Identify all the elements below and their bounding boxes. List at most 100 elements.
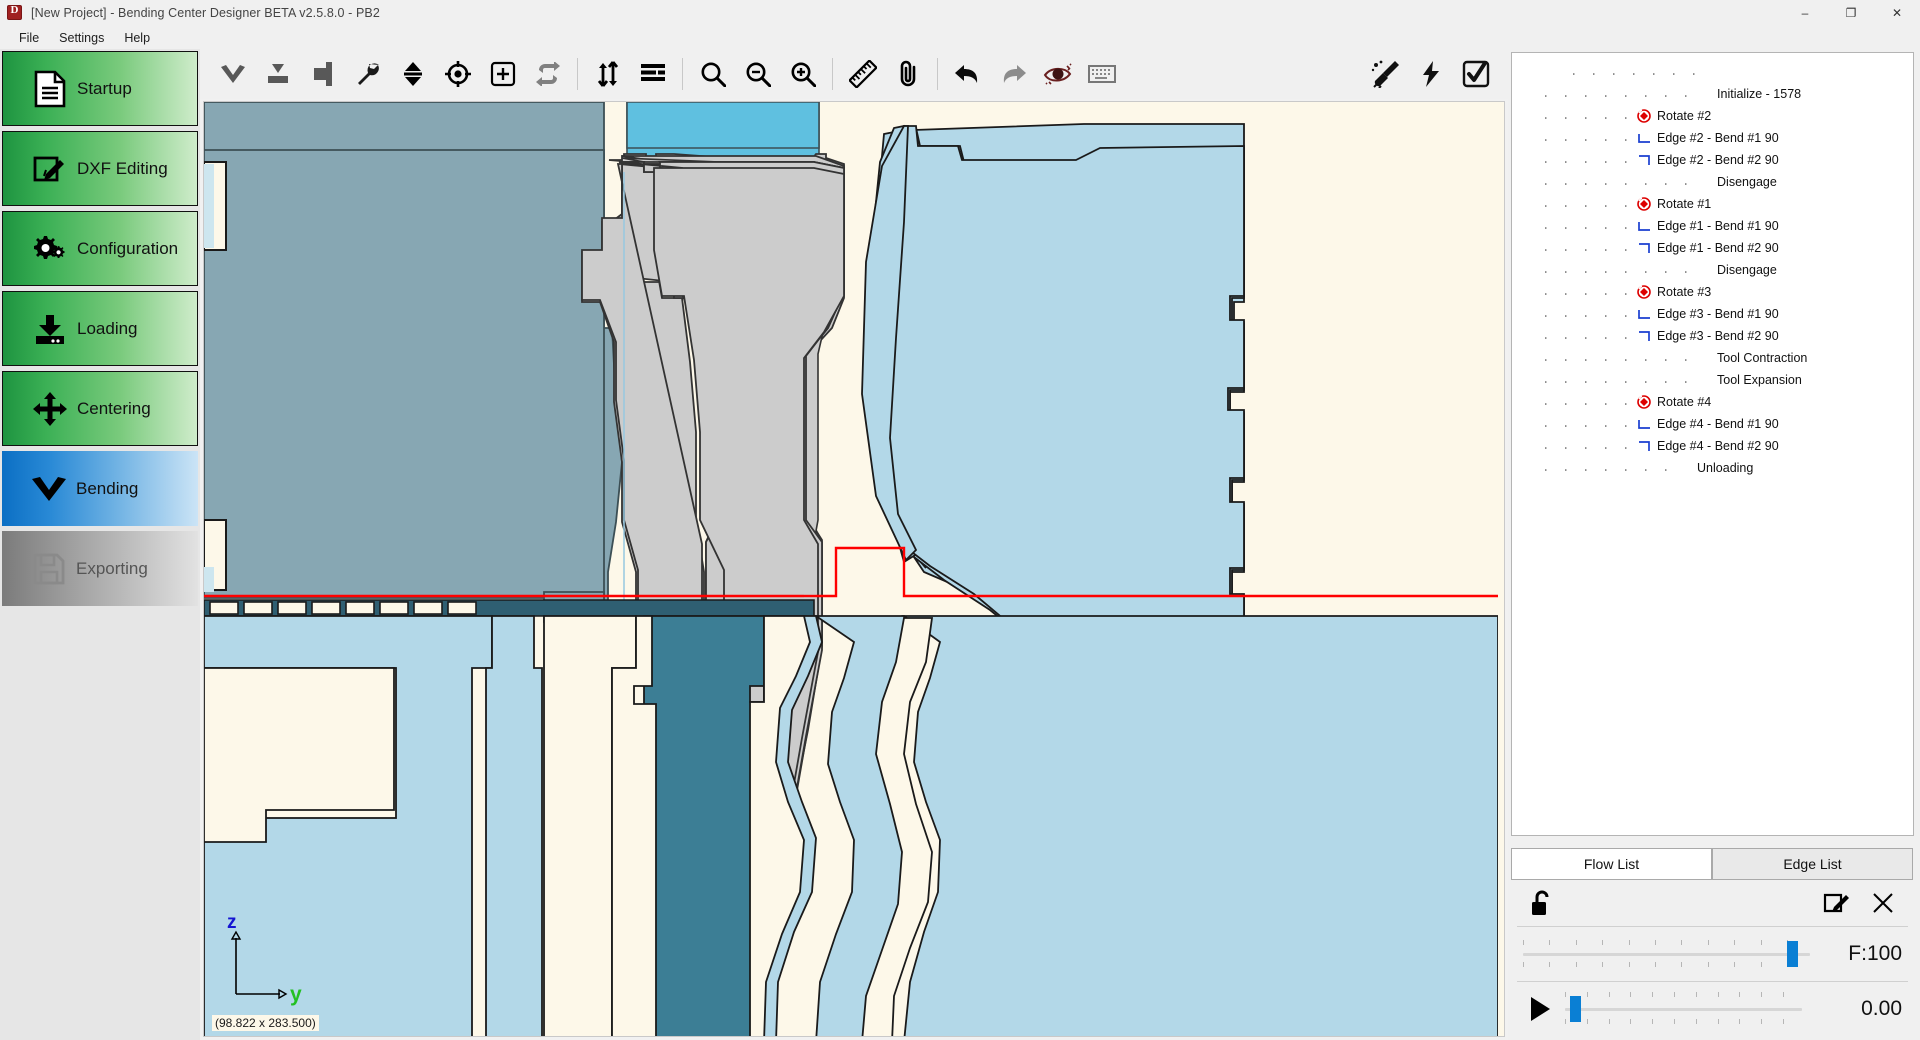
sidebar-item-configuration[interactable]: Configuration	[2, 211, 198, 286]
maximize-button[interactable]: ❐	[1828, 0, 1874, 26]
tree-item[interactable]: . . . . . Edge #1 - Bend #1 90	[1512, 215, 1913, 237]
tree-item[interactable]: . . . . . Rotate #1	[1512, 193, 1913, 215]
lightning-icon[interactable]	[1408, 52, 1453, 96]
tree-dots: . . . . . . . .	[1542, 175, 1693, 189]
search-icon[interactable]	[690, 52, 735, 96]
sidebar-item-label: DXF Editing	[77, 158, 168, 178]
tree-item-label: Rotate #1	[1657, 197, 1712, 211]
list-tabs: Flow List Edge List	[1511, 848, 1914, 880]
tree-dots: . . . . .	[1542, 131, 1633, 145]
document-icon	[29, 70, 71, 108]
tree-item-label: Edge #1 - Bend #2 90	[1657, 241, 1779, 255]
tree-root-dots: . . . . . . .	[1512, 61, 1913, 83]
tab-edge-list[interactable]: Edge List	[1712, 848, 1913, 880]
tree-item[interactable]: . . . . . . . . Disengage	[1512, 259, 1913, 281]
edit-pencil-icon[interactable]	[1820, 886, 1854, 920]
close-x-icon[interactable]	[1866, 886, 1900, 920]
keyboard-icon[interactable]	[1080, 52, 1125, 96]
tree-dots: . . . . .	[1542, 219, 1633, 233]
crosshair-icon[interactable]	[435, 52, 480, 96]
paperclip-icon[interactable]	[885, 52, 930, 96]
bend-simulation-canvas[interactable]: (98.822 x 283.500) z y	[203, 101, 1505, 1037]
tree-item[interactable]: . . . . . . . . Initialize - 1578	[1512, 83, 1913, 105]
bend-icon	[1634, 241, 1654, 255]
tree-dots: . . . . . . . .	[1542, 351, 1693, 365]
sidebar-item-label: Configuration	[77, 238, 179, 258]
tree-item-label: Edge #2 - Bend #1 90	[1657, 131, 1779, 145]
wrench-icon[interactable]	[345, 52, 390, 96]
tree-item-label: Tool Contraction	[1717, 351, 1808, 365]
control-row	[1511, 880, 1914, 926]
undo-icon[interactable]	[945, 52, 990, 96]
toolbar-separator	[682, 58, 683, 90]
eye-visibility-icon[interactable]	[1035, 52, 1080, 96]
close-button[interactable]: ✕	[1874, 0, 1920, 26]
window-title: [New Project] - Bending Center Designer …	[31, 5, 380, 20]
bend-icon	[1634, 219, 1654, 233]
simulation-drawing	[204, 102, 1498, 1036]
list-lines-icon[interactable]	[630, 52, 675, 96]
tree-item-label: Initialize - 1578	[1717, 87, 1802, 101]
broom-clean-icon[interactable]	[1363, 52, 1408, 96]
tree-item[interactable]: . . . . . Edge #1 - Bend #2 90	[1512, 237, 1913, 259]
tree-dots: . . . . .	[1542, 241, 1633, 255]
tree-dots: . . . . . . .	[1542, 461, 1673, 475]
feed-slider[interactable]	[1523, 937, 1810, 971]
menu-item-settings[interactable]: Settings	[49, 29, 114, 47]
tree-dots: . . . . .	[1542, 395, 1633, 409]
menu-item-help[interactable]: Help	[114, 29, 160, 47]
tree-item[interactable]: . . . . . . . . Tool Expansion	[1512, 369, 1913, 391]
checkbox-ok-icon[interactable]	[1453, 52, 1498, 96]
tree-item[interactable]: . . . . . Edge #3 - Bend #1 90	[1512, 303, 1913, 325]
position-slider-ticks	[1565, 992, 1802, 1026]
rotate-icon	[1634, 109, 1654, 123]
zoom-out-icon[interactable]	[735, 52, 780, 96]
sidebar-item-label: Centering	[77, 398, 151, 418]
tree-item[interactable]: . . . . . . . . Tool Contraction	[1512, 347, 1913, 369]
tree-item[interactable]: . . . . . . . Unloading	[1512, 457, 1913, 479]
bend-to-plane-icon[interactable]	[255, 52, 300, 96]
tree-item[interactable]: . . . . . Rotate #2	[1512, 105, 1913, 127]
edit-box-icon	[29, 152, 71, 186]
dimension-label: (98.822 x 283.500)	[212, 1015, 319, 1031]
position-slider-row: 0.00	[1511, 982, 1914, 1036]
ruler-icon[interactable]	[840, 52, 885, 96]
position-slider[interactable]	[1565, 992, 1802, 1026]
flow-list-tree[interactable]: . . . . . . . . . . . . . . . Initialize …	[1511, 52, 1914, 836]
sidebar-item-startup[interactable]: Startup	[2, 51, 198, 126]
tree-item[interactable]: . . . . . Edge #4 - Bend #2 90	[1512, 435, 1913, 457]
tool-block-icon[interactable]	[300, 52, 345, 96]
toolbar-separator	[577, 58, 578, 90]
move-arrows-icon	[29, 391, 71, 427]
unlock-icon[interactable]	[1525, 886, 1559, 920]
redo-icon[interactable]	[990, 52, 1035, 96]
toolbar-separator	[832, 58, 833, 90]
bend-down-icon[interactable]	[210, 52, 255, 96]
add-box-icon[interactable]	[480, 52, 525, 96]
sidebar-item-centering[interactable]: Centering	[2, 371, 198, 446]
tree-item[interactable]: . . . . . Edge #2 - Bend #1 90	[1512, 127, 1913, 149]
tree-dots: . . . . .	[1542, 439, 1633, 453]
tree-item-label: Edge #2 - Bend #2 90	[1657, 153, 1779, 167]
tree-item[interactable]: . . . . . Rotate #3	[1512, 281, 1913, 303]
download-icon	[29, 312, 71, 346]
repeat-icon[interactable]	[525, 52, 570, 96]
zoom-in-icon[interactable]	[780, 52, 825, 96]
tree-item[interactable]: . . . . . Edge #2 - Bend #2 90	[1512, 149, 1913, 171]
tree-item[interactable]: . . . . . Edge #3 - Bend #2 90	[1512, 325, 1913, 347]
tree-item[interactable]: . . . . . Edge #4 - Bend #1 90	[1512, 413, 1913, 435]
feed-slider-thumb[interactable]	[1787, 941, 1799, 967]
minimize-button[interactable]: –	[1782, 0, 1828, 26]
sort-arrows-icon[interactable]	[585, 52, 630, 96]
updown-arrows-icon[interactable]	[390, 52, 435, 96]
sidebar-item-dxf-editing[interactable]: DXF Editing	[2, 131, 198, 206]
sidebar-item-loading[interactable]: Loading	[2, 291, 198, 366]
position-slider-thumb[interactable]	[1569, 996, 1581, 1022]
tree-dots: . . . . .	[1542, 417, 1633, 431]
sidebar-item-bending[interactable]: Bending	[2, 451, 198, 526]
play-icon[interactable]	[1523, 996, 1557, 1022]
menu-item-file[interactable]: File	[9, 29, 49, 47]
tree-item[interactable]: . . . . . . . . Disengage	[1512, 171, 1913, 193]
tab-flow-list[interactable]: Flow List	[1511, 848, 1712, 880]
tree-item[interactable]: . . . . . Rotate #4	[1512, 391, 1913, 413]
